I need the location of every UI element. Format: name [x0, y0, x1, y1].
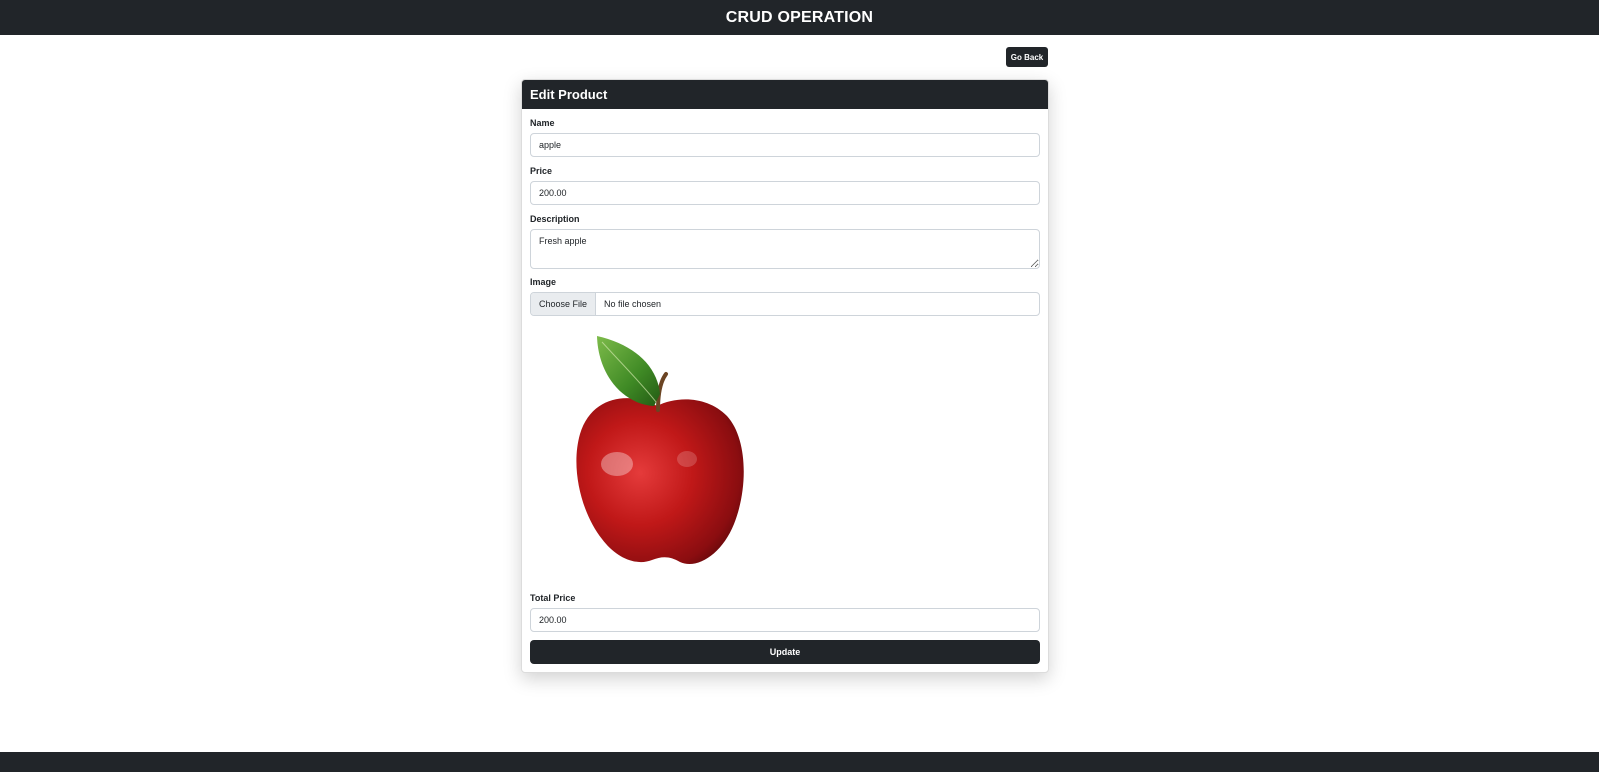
- price-input[interactable]: [530, 181, 1040, 205]
- go-back-button[interactable]: Go Back: [1006, 47, 1048, 67]
- image-file-input[interactable]: Choose File No file chosen: [530, 292, 1040, 316]
- total-price-label: Total Price: [530, 593, 576, 603]
- apple-highlight: [601, 452, 633, 476]
- name-input[interactable]: [530, 133, 1040, 157]
- app-title: CRUD OPERATION: [725, 8, 874, 26]
- apple-highlight-2: [677, 451, 697, 467]
- name-label: Name: [530, 118, 555, 128]
- update-button[interactable]: Update: [530, 640, 1040, 664]
- total-price-input[interactable]: [530, 608, 1040, 632]
- apple-image: [576, 336, 744, 565]
- price-label: Price: [530, 166, 553, 176]
- description-label: Description: [530, 214, 580, 224]
- description-textarea[interactable]: Fresh apple: [530, 229, 1040, 269]
- footer-bar: [0, 752, 1599, 772]
- card-title: Edit Product: [522, 80, 1048, 109]
- file-status-text: No file chosen: [604, 299, 662, 309]
- apple-body: [576, 398, 744, 565]
- navbar: CRUD OPERATION: [0, 0, 1599, 35]
- choose-file-button[interactable]: Choose File: [531, 293, 597, 315]
- edit-product-card: Edit Product Name Price Description Fres…: [521, 79, 1049, 673]
- image-label: Image: [530, 277, 557, 287]
